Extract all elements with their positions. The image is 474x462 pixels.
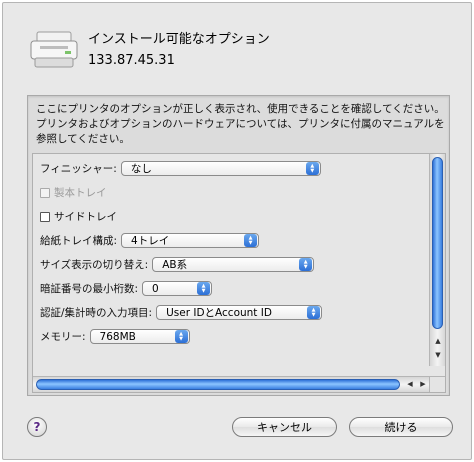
- continue-button[interactable]: 続ける: [349, 417, 453, 437]
- printer-icon: [30, 31, 78, 68]
- booklet-tray-row: 製本トレイ: [40, 185, 107, 200]
- pin-digits-row: 暗証番号の最小桁数: 0 ▲ ▼: [40, 281, 213, 296]
- popup-arrows-icon: ▲ ▼: [174, 330, 188, 343]
- memory-row: メモリー: 768MB ▲ ▼: [40, 329, 190, 344]
- finisher-label: フィニッシャー:: [40, 163, 117, 175]
- popup-arrows-icon: ▲ ▼: [299, 258, 313, 271]
- paper-tray-config-label: 給紙トレイ構成:: [40, 235, 118, 247]
- dialog-title: インストール可能なオプション: [88, 32, 270, 47]
- vertical-scrollbar[interactable]: ▲ ▼: [429, 154, 445, 366]
- scroll-up-arrow-icon[interactable]: ▲: [433, 336, 443, 346]
- size-display-value: AB系: [162, 259, 188, 271]
- installable-options-sheet: インストール可能なオプション 133.87.45.31 ここにプリンタのオプショ…: [2, 2, 472, 460]
- popup-arrows-icon: ▲ ▼: [197, 282, 211, 295]
- finisher-row: フィニッシャー: なし ▲ ▼: [40, 161, 321, 176]
- paper-tray-config-popup[interactable]: 4トレイ ▲ ▼: [121, 233, 260, 248]
- finisher-popup[interactable]: なし ▲ ▼: [120, 161, 321, 176]
- help-button[interactable]: ?: [27, 417, 47, 437]
- pin-digits-value: 0: [152, 282, 159, 295]
- options-scroll-area[interactable]: フィニッシャー: なし ▲ ▼ 製本トレイ サイドトレイ 給紙トレイ構成: 4ト…: [32, 153, 446, 393]
- auth-input-row: 認証/集計時の入力項目: User IDとAccount ID ▲ ▼: [40, 305, 323, 320]
- horizontal-scroll-thumb[interactable]: [36, 379, 400, 390]
- scroll-left-arrow-icon[interactable]: ◀: [405, 379, 415, 389]
- cancel-button[interactable]: キャンセル: [232, 417, 337, 437]
- pin-digits-popup[interactable]: 0 ▲ ▼: [142, 281, 213, 296]
- side-tray-row: サイドトレイ: [40, 209, 117, 224]
- options-list: フィニッシャー: なし ▲ ▼ 製本トレイ サイドトレイ 給紙トレイ構成: 4ト…: [33, 154, 431, 366]
- scroll-down-arrow-icon[interactable]: ▼: [433, 350, 443, 360]
- size-display-popup[interactable]: AB系 ▲ ▼: [152, 257, 315, 272]
- memory-label: メモリー:: [40, 331, 86, 343]
- auth-input-popup[interactable]: User IDとAccount ID ▲ ▼: [156, 305, 323, 320]
- size-display-row: サイズ表示の切り替え: AB系 ▲ ▼: [40, 257, 315, 272]
- options-panel: ここにプリンタのオプションが正しく表示され、使用できることを確認してください。プ…: [27, 95, 450, 396]
- pin-digits-label: 暗証番号の最小桁数:: [40, 283, 139, 295]
- scroll-corner: [429, 376, 445, 392]
- auth-input-label: 認証/集計時の入力項目:: [40, 307, 153, 319]
- memory-popup[interactable]: 768MB ▲ ▼: [89, 329, 190, 344]
- finisher-value: なし: [130, 163, 152, 175]
- printer-address: 133.87.45.31: [88, 53, 175, 68]
- popup-arrows-icon: ▲ ▼: [307, 306, 321, 319]
- paper-tray-config-value: 4トレイ: [131, 235, 170, 247]
- paper-tray-config-row: 給紙トレイ構成: 4トレイ ▲ ▼: [40, 233, 260, 248]
- auth-input-value: User IDとAccount ID: [166, 307, 272, 319]
- popup-arrows-icon: ▲ ▼: [305, 162, 319, 175]
- size-display-label: サイズ表示の切り替え:: [40, 259, 149, 271]
- vertical-scroll-thumb[interactable]: [432, 157, 443, 329]
- booklet-tray-checkbox: [40, 187, 50, 198]
- horizontal-scrollbar[interactable]: ◀ ▶: [33, 376, 431, 392]
- booklet-tray-label: 製本トレイ: [54, 187, 107, 199]
- popup-arrows-icon: ▲ ▼: [244, 234, 258, 247]
- memory-value: 768MB: [99, 330, 136, 343]
- side-tray-label[interactable]: サイドトレイ: [54, 209, 117, 224]
- side-tray-checkbox[interactable]: [40, 211, 50, 222]
- scroll-right-arrow-icon[interactable]: ▶: [418, 379, 428, 389]
- instructions-text: ここにプリンタのオプションが正しく表示され、使用できることを確認してください。プ…: [36, 103, 445, 145]
